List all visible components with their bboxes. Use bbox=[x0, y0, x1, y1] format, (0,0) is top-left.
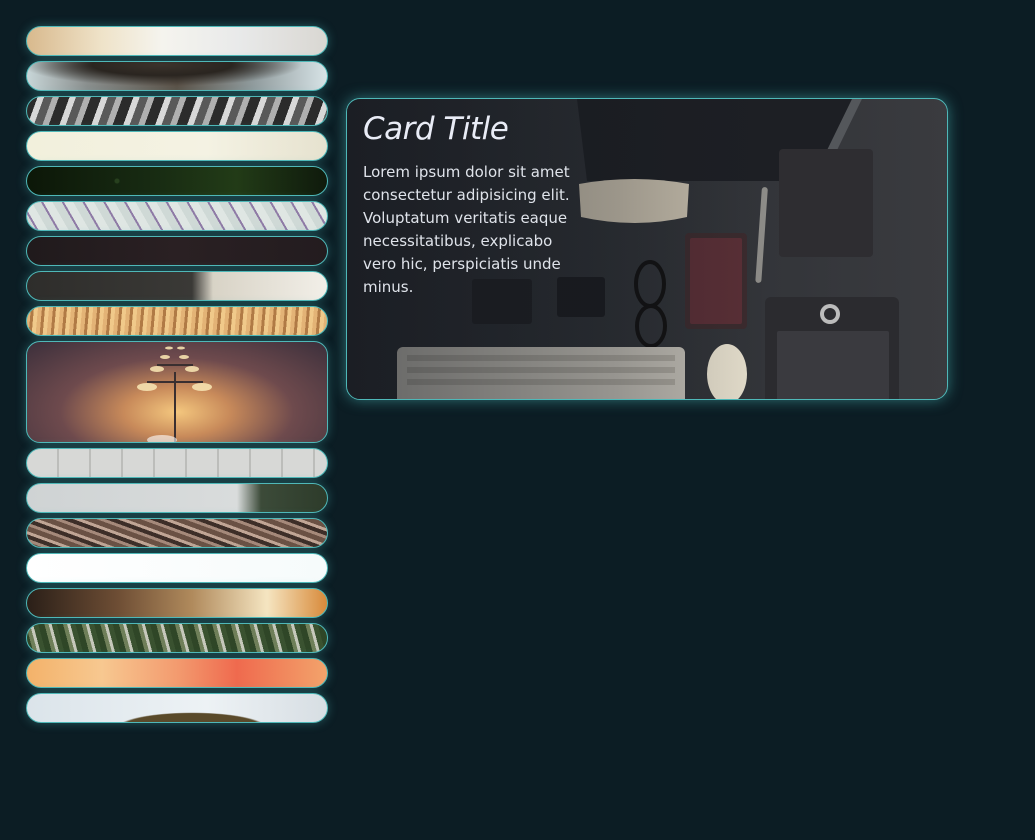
gallery-strip-13[interactable] bbox=[26, 518, 328, 548]
gallery-strip-1[interactable] bbox=[26, 26, 328, 56]
gallery-strip-18[interactable] bbox=[26, 693, 328, 723]
gallery-strip-14[interactable] bbox=[26, 553, 328, 583]
gallery-strip-6[interactable] bbox=[26, 201, 328, 231]
image-strip-gallery bbox=[26, 26, 328, 723]
gallery-strip-4[interactable] bbox=[26, 131, 328, 161]
card-body-text: Lorem ipsum dolor sit amet consectetur a… bbox=[363, 163, 570, 296]
gallery-strip-9[interactable] bbox=[26, 306, 328, 336]
gallery-strip-2[interactable] bbox=[26, 61, 328, 91]
feature-card[interactable]: Card Title Lorem ipsum dolor sit amet co… bbox=[346, 98, 948, 400]
gallery-strip-15[interactable] bbox=[26, 588, 328, 618]
gallery-strip-12[interactable] bbox=[26, 483, 328, 513]
gallery-strip-8[interactable] bbox=[26, 271, 328, 301]
gallery-strip-11[interactable] bbox=[26, 448, 328, 478]
street-lamps-image bbox=[137, 346, 212, 442]
gallery-strip-17[interactable] bbox=[26, 658, 328, 688]
gallery-strip-7[interactable] bbox=[26, 236, 328, 266]
gallery-strip-10-expanded[interactable] bbox=[26, 341, 328, 443]
gallery-strip-3[interactable] bbox=[26, 96, 328, 126]
gallery-strip-5[interactable] bbox=[26, 166, 328, 196]
card-title: Card Title bbox=[363, 111, 509, 147]
gallery-strip-16[interactable] bbox=[26, 623, 328, 653]
